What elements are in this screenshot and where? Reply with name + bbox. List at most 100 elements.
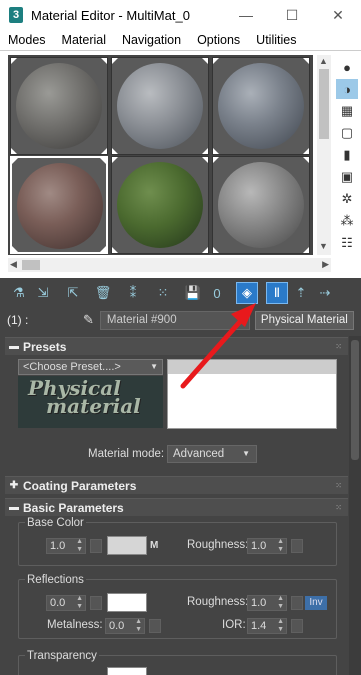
refl-roughness-spinner[interactable]: 1.0 ▲ ▼ [247,595,287,611]
sample-type-icon[interactable]: ● [336,57,358,77]
slots-vertical-scrollbar[interactable]: ▲ ▼ [317,55,331,255]
chevron-down-icon: ▼ [242,449,250,458]
make-preview-icon[interactable]: ▣ [336,167,358,187]
base-weight-value: 1.0 [50,540,66,552]
transparency-color-swatch[interactable] [107,667,147,675]
metalness-spinner[interactable]: 0.0 ▲ ▼ [105,618,145,634]
drag-handle-icon[interactable]: ⁙ [335,342,342,351]
delete-icon[interactable]: 🗑 [92,282,114,304]
select-by-material-icon[interactable]: ⁂ [336,211,358,231]
material-name-field[interactable]: Material #900 [99,310,250,330]
expand-icon: ✚ [9,480,19,491]
get-material-icon[interactable]: ⚗ [8,282,30,304]
video-color-check-icon[interactable]: ▮ [336,145,358,165]
material-id-icon[interactable]: 0 [206,282,228,304]
preset-thumbnail: Physical material [18,376,163,428]
slots-horizontal-scrollbar[interactable]: ◀ ▶ [8,258,331,272]
sphere-icon [117,63,203,149]
backlight-icon[interactable]: ◑ [336,79,358,99]
scroll-left-icon[interactable]: ◀ [10,259,17,270]
scroll-thumb[interactable] [22,260,40,270]
collapse-icon: ▬ [9,502,19,513]
sphere-icon [16,63,102,149]
sample-slot-active[interactable] [10,156,108,254]
sphere-icon [218,63,304,149]
collapse-icon: ▬ [9,341,19,352]
show-end-result-icon[interactable]: Ⅱ [266,282,288,304]
ior-value: 1.4 [251,620,267,632]
material-mode-select[interactable]: Advanced ▼ [167,445,257,463]
go-to-parent-icon[interactable]: ⇡ [290,282,312,304]
put-to-library-icon[interactable]: ⁙ [152,282,174,304]
scroll-thumb[interactable] [351,340,359,460]
sample-slot[interactable] [212,57,310,155]
scroll-down-icon[interactable]: ▼ [319,241,328,251]
material-navigator-icon[interactable]: ☷ [336,233,358,253]
ior-map-button[interactable] [291,619,303,633]
basic-params-rollout-header[interactable]: ▬ Basic Parameters ⁙ [5,498,348,516]
base-roughness-map-button[interactable] [291,539,303,553]
rollout-scrollbar[interactable] [349,336,361,675]
base-color-swatch[interactable] [107,536,147,555]
editor-toolbar: ⚗ ⇲ ⇱ 🗑 ⁑ ⁙ 💾 0 ◈ Ⅱ ⇡ ⇢ [0,278,361,308]
go-forward-sibling-icon[interactable]: ⇢ [314,282,336,304]
menu-bar: Modes Material Navigation Options Utilit… [0,30,361,51]
show-map-icon[interactable]: ◈ [236,282,258,304]
inv-toggle[interactable]: Inv [305,596,327,610]
eyedropper-icon[interactable]: ✎ [83,312,94,328]
sample-slot[interactable] [212,156,310,254]
base-roughness-value: 1.0 [251,540,267,552]
preset-dropdown[interactable]: <Choose Preset....> ▼ [18,359,163,375]
app-icon: 3 [9,7,23,23]
save-icon[interactable]: 💾 [182,282,204,304]
scroll-up-icon[interactable]: ▲ [319,56,328,66]
preset-list[interactable] [167,359,337,429]
material-mode-label: Material mode: [88,448,165,460]
rollout-title: Basic Parameters [23,500,124,515]
menu-material[interactable]: Material [54,33,114,47]
refl-weight-map-button[interactable] [90,596,102,610]
base-color-map-button[interactable]: M [150,540,158,551]
base-weight-map-button[interactable] [90,539,102,553]
sphere-icon [17,163,103,249]
refl-weight-value: 0.0 [50,597,66,609]
background-icon[interactable]: ▦ [336,101,358,121]
refl-roughness-label: Roughness: [187,596,249,608]
title-bar: 3 Material Editor - MultiMat_0 — ☐ ✕ [0,0,361,30]
maximize-button[interactable]: ☐ [269,0,315,30]
reflections-label: Reflections [25,574,86,586]
sample-slot[interactable] [111,156,209,254]
scroll-thumb[interactable] [319,69,329,139]
presets-rollout-header[interactable]: ▬ Presets ⁙ [5,337,348,355]
sample-slot[interactable] [10,57,108,155]
close-button[interactable]: ✕ [315,0,361,30]
base-weight-spinner[interactable]: 1.0 ▲ ▼ [46,538,86,554]
sample-slot[interactable] [111,57,209,155]
menu-options[interactable]: Options [189,33,248,47]
ior-spinner[interactable]: 1.4 ▲ ▼ [247,618,287,634]
refl-roughness-value: 1.0 [251,597,267,609]
base-roughness-spinner[interactable]: 1.0 ▲ ▼ [247,538,287,554]
refl-roughness-map-button[interactable] [291,596,303,610]
minimize-button[interactable]: — [223,0,269,30]
put-to-scene-icon[interactable]: ⇲ [32,282,54,304]
refl-weight-spinner[interactable]: 0.0 ▲ ▼ [46,595,86,611]
window-controls: — ☐ ✕ [223,0,361,30]
drag-handle-icon[interactable]: ⁙ [335,503,342,512]
coating-rollout-header[interactable]: ✚ Coating Parameters ⁙ [5,476,348,494]
material-type-button[interactable]: Physical Material [254,310,354,330]
drag-handle-icon[interactable]: ⁙ [335,481,342,490]
menu-utilities[interactable]: Utilities [248,33,304,47]
sphere-icon [117,162,203,248]
sample-slots [8,55,313,255]
menu-modes[interactable]: Modes [0,33,54,47]
scroll-right-icon[interactable]: ▶ [322,259,329,270]
menu-navigation[interactable]: Navigation [114,33,189,47]
uv-tiling-icon[interactable]: ▢ [336,123,358,143]
assign-to-selection-icon[interactable]: ⇱ [62,282,84,304]
base-color-label: Base Color [25,517,86,529]
metalness-map-button[interactable] [149,619,161,633]
make-unique-icon[interactable]: ⁑ [122,282,144,304]
refl-color-swatch[interactable] [107,593,147,612]
options-icon[interactable]: ✲ [336,189,358,209]
